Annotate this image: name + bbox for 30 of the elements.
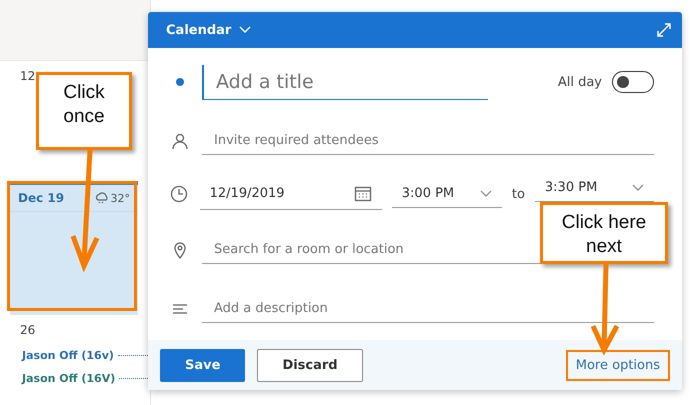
day-number: 26 bbox=[20, 323, 36, 337]
callout-note: Click once bbox=[36, 72, 132, 150]
save-button[interactable]: Save bbox=[160, 348, 246, 382]
chevron-icon bbox=[239, 26, 252, 34]
clock-icon bbox=[170, 185, 188, 203]
expand-icon[interactable] bbox=[656, 22, 672, 38]
chevron-icon bbox=[480, 190, 492, 198]
temperature: 32° bbox=[110, 192, 130, 204]
event-title[interactable]: Jason Off (16v) bbox=[22, 349, 114, 362]
location-field[interactable]: Search for a room or location bbox=[202, 236, 544, 264]
to-label: to bbox=[512, 186, 525, 202]
discard-button[interactable]: Discard bbox=[257, 348, 363, 382]
person-icon bbox=[171, 132, 189, 150]
cell-date: Dec 19 bbox=[18, 191, 64, 205]
calendar-dropdown[interactable]: Calendar bbox=[166, 22, 252, 38]
all-day-toggle[interactable] bbox=[612, 71, 654, 93]
day-number: 12 bbox=[20, 69, 36, 83]
description-field[interactable]: Add a description bbox=[202, 295, 654, 323]
date-field[interactable]: 12/19/2019 bbox=[200, 178, 382, 210]
all-day-label: All day bbox=[558, 74, 602, 90]
color-dot-icon bbox=[176, 78, 184, 86]
more-options-link[interactable]: More options bbox=[566, 350, 670, 380]
cloud-icon bbox=[94, 192, 108, 204]
attendees-field[interactable]: Invite required attendees bbox=[202, 127, 654, 155]
chevron-icon bbox=[632, 184, 644, 192]
event-title[interactable]: Jason Off (16V) bbox=[22, 372, 116, 385]
start-time-dropdown[interactable]: 3:00 PM bbox=[392, 180, 502, 208]
calendar-icon bbox=[354, 184, 372, 202]
title-field[interactable]: Add a title bbox=[202, 64, 488, 100]
callout-note: Click here next bbox=[540, 202, 668, 264]
